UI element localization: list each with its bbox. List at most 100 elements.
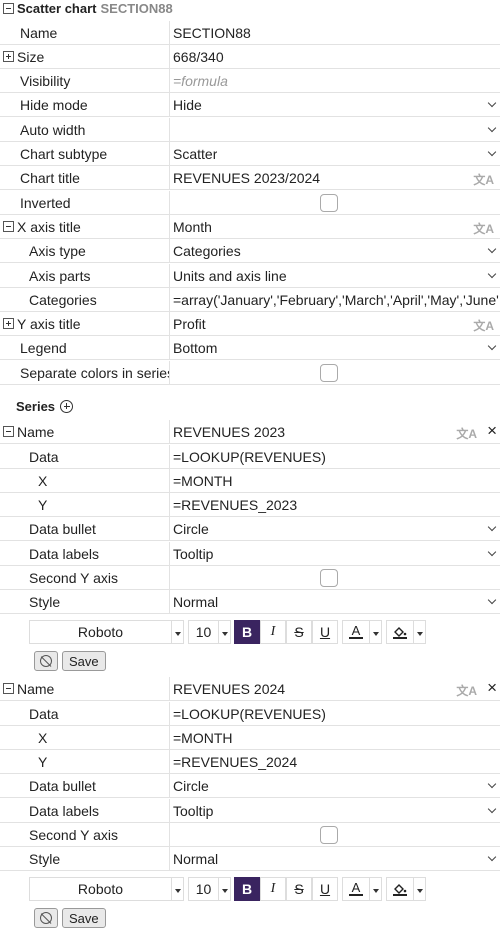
- chevron-down-icon: [487, 341, 497, 351]
- panel-title: Scatter chart: [17, 0, 97, 16]
- series-data-input[interactable]: =LOOKUP(REVENUES): [169, 702, 500, 725]
- prop-label: Chart subtype: [20, 145, 108, 162]
- series-x-input[interactable]: =MONTH: [169, 726, 500, 749]
- chevron-down-icon: [487, 269, 497, 279]
- prop-label: Data: [29, 448, 59, 465]
- translate-icon[interactable]: 文A: [456, 425, 477, 442]
- add-series-icon[interactable]: [60, 399, 74, 413]
- data-bullet-select[interactable]: Circle: [169, 517, 500, 540]
- collapse-icon[interactable]: [3, 221, 14, 232]
- prop-label: Data bullet: [29, 777, 96, 794]
- prop-label: Chart title: [20, 169, 80, 186]
- prop-row-x-axis-title: X axis title Month 文A: [0, 215, 500, 239]
- hide-button[interactable]: [34, 908, 58, 928]
- prop-label: Data labels: [29, 802, 100, 819]
- chart-subtype-select[interactable]: Scatter: [169, 142, 500, 165]
- translate-icon[interactable]: 文A: [473, 220, 494, 237]
- font-size-select[interactable]: 10: [188, 877, 231, 901]
- prop-row-size: Size 668/340: [0, 45, 500, 69]
- prop-row-chart-subtype: Chart subtype Scatter: [0, 142, 500, 166]
- prop-row-visibility: Visibility =formula: [0, 69, 500, 93]
- save-button[interactable]: Save: [62, 908, 106, 928]
- fill-color-button[interactable]: [386, 877, 426, 901]
- series-actions: Save: [34, 651, 106, 671]
- x-axis-title-input[interactable]: Month 文A: [169, 215, 500, 238]
- chevron-down-icon: [487, 123, 497, 133]
- font-family-select[interactable]: Roboto: [29, 620, 184, 644]
- strikethrough-button[interactable]: S: [286, 877, 312, 901]
- collapse-icon[interactable]: [3, 426, 14, 437]
- dropdown-arrow-icon: [369, 621, 381, 643]
- hide-mode-select[interactable]: Hide: [169, 93, 500, 116]
- inverted-checkbox[interactable]: [320, 194, 338, 212]
- font-color-button[interactable]: A: [342, 620, 382, 644]
- y-axis-title-input[interactable]: Profit 文A: [169, 312, 500, 335]
- series-row-labels: Data labels Tooltip: [0, 799, 500, 823]
- series-row-name: Name REVENUES 2024 文A ×: [0, 677, 500, 701]
- visibility-input[interactable]: =formula: [169, 69, 500, 92]
- series-y-input[interactable]: =REVENUES_2023: [169, 493, 500, 516]
- data-labels-select[interactable]: Tooltip: [169, 799, 500, 822]
- font-size-select[interactable]: 10: [188, 620, 231, 644]
- underline-button[interactable]: U: [312, 620, 338, 644]
- bold-button[interactable]: B: [234, 620, 260, 644]
- remove-series-icon[interactable]: ×: [487, 422, 497, 440]
- font-color-button[interactable]: A: [342, 877, 382, 901]
- chevron-down-icon: [487, 804, 497, 814]
- series-section-label: Series: [16, 398, 56, 414]
- collapse-icon[interactable]: [3, 683, 14, 694]
- translate-icon[interactable]: 文A: [473, 317, 494, 334]
- prop-label: Visibility: [20, 72, 71, 89]
- prop-label: X: [38, 472, 48, 489]
- series-row-style: Style Normal: [0, 590, 500, 614]
- size-input[interactable]: 668/340: [169, 45, 500, 68]
- second-y-axis-checkbox[interactable]: [320, 569, 338, 587]
- collapse-icon[interactable]: [3, 2, 14, 14]
- series-y-input[interactable]: =REVENUES_2024: [169, 750, 500, 773]
- prop-row-y-axis-title: Y axis title Profit 文A: [0, 312, 500, 336]
- prop-label: Hide mode: [20, 96, 88, 113]
- series-row-x: X =MONTH: [0, 469, 500, 493]
- dropdown-arrow-icon: [369, 878, 381, 900]
- style-select[interactable]: Normal: [169, 590, 500, 613]
- series-x-input[interactable]: =MONTH: [169, 469, 500, 492]
- legend-select[interactable]: Bottom: [169, 336, 500, 359]
- translate-icon[interactable]: 文A: [456, 682, 477, 699]
- separate-colors-checkbox[interactable]: [320, 364, 338, 382]
- style-select[interactable]: Normal: [169, 847, 500, 870]
- second-y-axis-checkbox[interactable]: [320, 826, 338, 844]
- strikethrough-button[interactable]: S: [286, 620, 312, 644]
- translate-icon[interactable]: 文A: [473, 171, 494, 188]
- auto-width-select[interactable]: [169, 118, 500, 141]
- series-row-style: Style Normal: [0, 847, 500, 871]
- series-name-input[interactable]: REVENUES 2024 文A ×: [169, 677, 500, 700]
- expand-icon[interactable]: [3, 51, 14, 62]
- axis-parts-select[interactable]: Units and axis line: [169, 264, 500, 287]
- prop-row-inverted: Inverted: [0, 191, 500, 215]
- axis-type-select[interactable]: Categories: [169, 239, 500, 262]
- bold-button[interactable]: B: [234, 877, 260, 901]
- font-family-select[interactable]: Roboto: [29, 877, 184, 901]
- categories-input[interactable]: =array('January','February','March','Apr…: [169, 288, 500, 311]
- series-name-input[interactable]: REVENUES 2023 文A ×: [169, 420, 500, 443]
- prop-label: Y: [38, 496, 48, 513]
- chart-title-input[interactable]: REVENUES 2023/2024 文A: [169, 166, 500, 189]
- series-row-second-y: Second Y axis: [0, 566, 500, 590]
- series-data-input[interactable]: =LOOKUP(REVENUES): [169, 445, 500, 468]
- name-input[interactable]: SECTION88: [169, 21, 500, 44]
- underline-button[interactable]: U: [312, 877, 338, 901]
- italic-button[interactable]: I: [260, 877, 286, 901]
- fill-color-button[interactable]: [386, 620, 426, 644]
- save-button[interactable]: Save: [62, 651, 106, 671]
- series-row-second-y: Second Y axis: [0, 823, 500, 847]
- remove-series-icon[interactable]: ×: [487, 679, 497, 697]
- data-labels-select[interactable]: Tooltip: [169, 542, 500, 565]
- italic-button[interactable]: I: [260, 620, 286, 644]
- prop-label: Y: [38, 753, 48, 770]
- font-color-icon: A: [343, 621, 369, 643]
- prop-row-name: Name SECTION88: [0, 21, 500, 45]
- hide-icon: [40, 912, 52, 924]
- expand-icon[interactable]: [3, 318, 14, 329]
- data-bullet-select[interactable]: Circle: [169, 774, 500, 797]
- hide-button[interactable]: [34, 651, 58, 671]
